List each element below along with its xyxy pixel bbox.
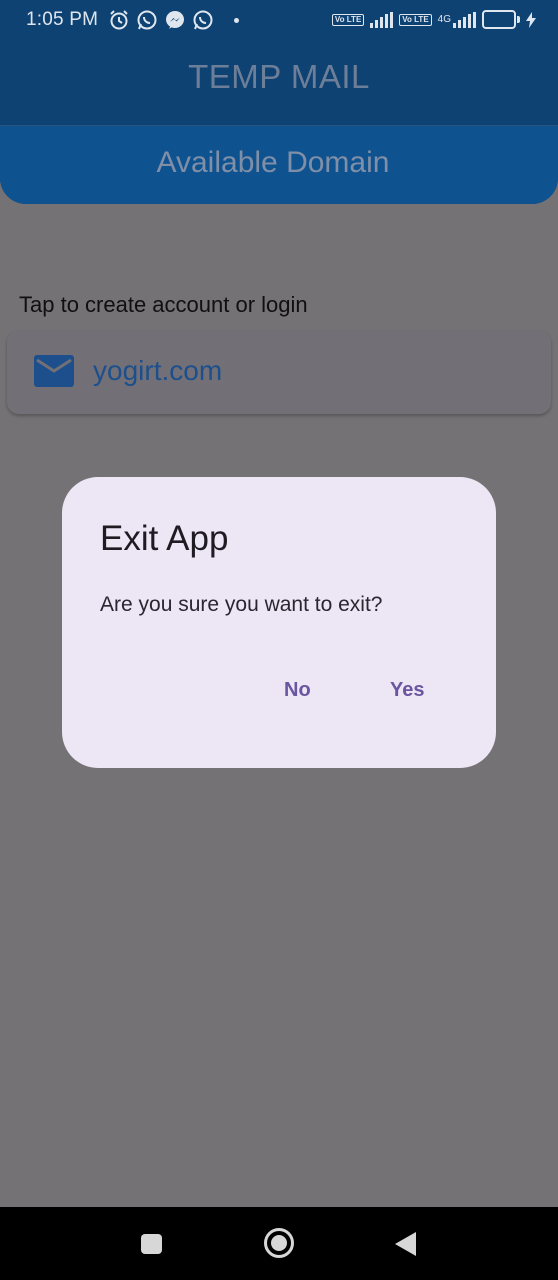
- tab-available-domain-label: Available Domain: [156, 146, 390, 179]
- alarm-icon: [110, 10, 128, 30]
- system-status-icons: Vo LTE Vo LTE 4G 62: [331, 10, 536, 29]
- volte-icon: Vo LTE: [399, 13, 432, 26]
- recents-icon[interactable]: [141, 1234, 162, 1254]
- hint-text: Tap to create account or login: [19, 292, 308, 317]
- back-icon[interactable]: [395, 1232, 416, 1256]
- battery-cap: [517, 16, 520, 23]
- messenger-icon: [166, 11, 184, 29]
- domain-card[interactable]: [7, 330, 551, 414]
- volte-icon: Vo LTE: [331, 13, 365, 26]
- notification-icons: [108, 9, 239, 31]
- domain-name[interactable]: yogirt.com: [93, 355, 222, 387]
- dialog-message: Are you sure you want to exit?: [100, 593, 383, 616]
- mail-icon: [34, 355, 74, 387]
- network-type: 4G: [437, 13, 451, 25]
- app-title: TEMP MAIL: [188, 58, 370, 95]
- status-time: 1:05 PM: [26, 9, 99, 30]
- exit-dialog: Exit App Are you sure you want to exit? …: [62, 477, 496, 768]
- more-notifications-dot: [234, 17, 239, 23]
- dialog-title: Exit App: [100, 519, 229, 558]
- yes-button[interactable]: Yes: [380, 673, 434, 708]
- home-icon-center: [271, 1235, 287, 1251]
- charging-icon: [526, 11, 536, 28]
- signal-icon: [453, 11, 476, 28]
- whatsapp-icon: [193, 10, 213, 30]
- battery-icon: 62: [482, 10, 516, 29]
- whatsapp-icon: [137, 10, 157, 30]
- status-bar: 1:05 PM Vo LTE Vo LTE 4G 62: [0, 0, 558, 42]
- no-button[interactable]: No: [274, 673, 321, 708]
- signal-icon: [370, 11, 394, 28]
- battery-level: 62: [492, 13, 506, 25]
